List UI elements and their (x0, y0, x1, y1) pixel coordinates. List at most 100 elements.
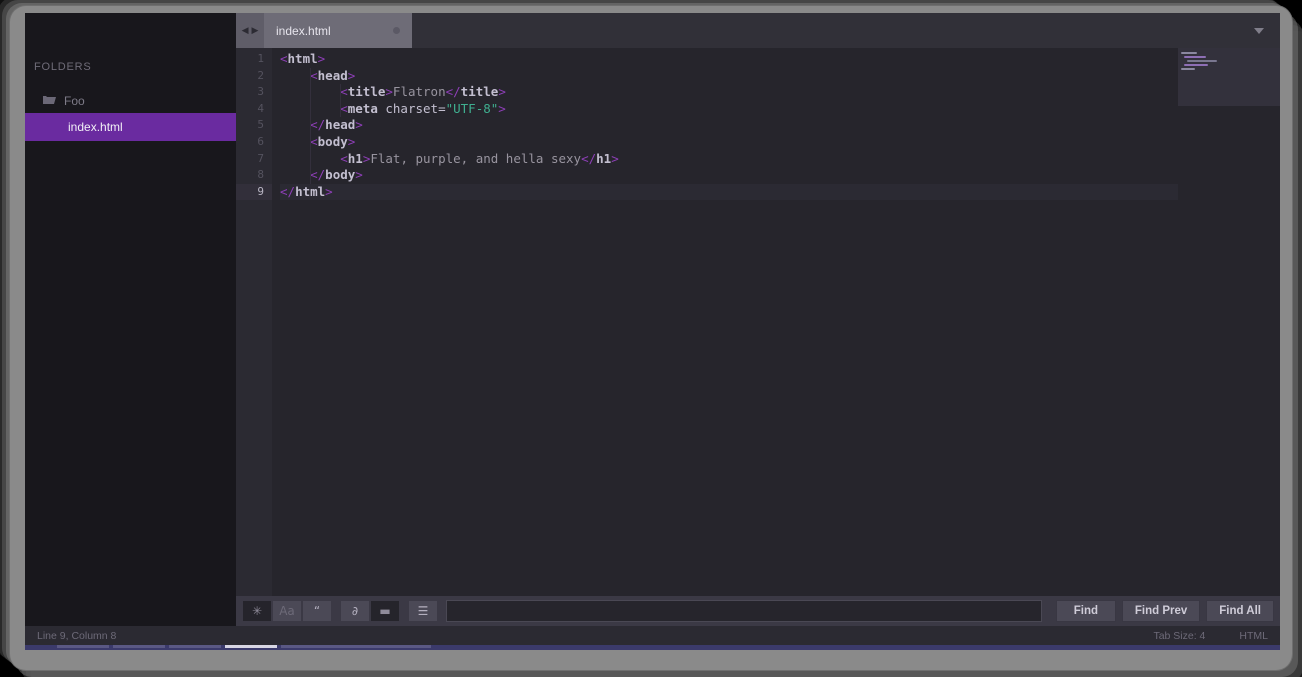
code-token-tag: body (325, 167, 356, 183)
code-token-tag: meta (347, 100, 378, 116)
line-number: 6 (257, 134, 264, 148)
code-token-pun: </ (445, 84, 461, 100)
code-token-pun: > (317, 51, 326, 66)
desktop: FOLDERS Foo index.html ◀ ▶ index.html 1 … (0, 0, 1302, 677)
code-token-pun: > (498, 100, 506, 116)
code-token-pun: > (385, 84, 393, 100)
window-body: FOLDERS Foo index.html ◀ ▶ index.html 1 … (25, 13, 1280, 626)
minimap-line (1184, 56, 1206, 58)
sidebar-file-label: index.html (68, 120, 123, 134)
line-number: 4 (257, 101, 264, 115)
find-bar: ✳ Aa “ ∂ ▬ ☰ Find Find Prev Find All (236, 596, 1280, 626)
find-toggle-group-3: ☰ (408, 600, 438, 622)
find-input[interactable] (446, 600, 1042, 622)
find-button-group: Find Find Prev Find All (1050, 600, 1274, 622)
tab-scroll-arrows[interactable]: ◀ ▶ (236, 13, 264, 48)
minimap[interactable] (1178, 48, 1280, 596)
sidebar-folder-label: Foo (64, 94, 85, 108)
dock-item[interactable] (169, 645, 221, 648)
code-token-pun: </ (310, 167, 326, 183)
editor-column: ◀ ▶ index.html 123456789 <html> <head> <… (236, 13, 1280, 626)
code-token-tag: head (325, 117, 356, 133)
language-label[interactable]: HTML (1239, 630, 1268, 642)
minimap-line (1187, 60, 1217, 62)
chevron-down-icon (1254, 27, 1264, 34)
sidebar-heading: FOLDERS (34, 61, 92, 73)
code-token-pun: > (611, 150, 619, 166)
find-button[interactable]: Find (1055, 600, 1116, 622)
code-token-pun: > (498, 84, 506, 100)
code-line: </html> (280, 183, 1280, 201)
code-token-pun: </ (280, 183, 296, 199)
dock-item[interactable] (225, 645, 277, 648)
code-area[interactable]: 123456789 <html> <head> <title>Flatron</… (236, 48, 1280, 596)
tab-bar: ◀ ▶ index.html (236, 13, 1280, 48)
code-line: </body> (280, 167, 1280, 184)
minimap-line (1181, 52, 1197, 54)
sidebar-item-index-html[interactable]: index.html (25, 113, 236, 141)
code-line: <head> (280, 68, 1280, 85)
tab-prev-arrow-icon[interactable]: ◀ (242, 25, 249, 36)
code-line: <h1>Flat, purple, and hella sexy</h1> (280, 151, 1280, 168)
case-sensitive-toggle[interactable]: Aa (272, 600, 302, 622)
dock-strip (25, 645, 1280, 650)
sidebar-folder-foo[interactable]: Foo (25, 89, 236, 113)
code-token-pun: < (280, 51, 288, 66)
code-content[interactable]: <html> <head> <title>Flatron</title> <me… (272, 48, 1280, 596)
code-token-tag: title (347, 84, 386, 100)
minimap-viewport[interactable] (1178, 48, 1280, 106)
code-token-tag: h1 (347, 150, 363, 166)
dock-item[interactable] (57, 645, 109, 648)
line-number: 3 (257, 85, 264, 99)
sublime-text-window: FOLDERS Foo index.html ◀ ▶ index.html 1 … (25, 13, 1280, 650)
code-token-attr: charset= (377, 100, 446, 116)
line-number: 7 (257, 151, 264, 165)
tab-label: index.html (276, 23, 331, 38)
code-token-pun: > (347, 133, 356, 149)
line-number-gutter: 1 2 3 4 5 6 7 89 (236, 48, 272, 596)
whole-word-toggle[interactable]: “ (302, 600, 332, 622)
tab-dirty-dot-icon[interactable] (393, 27, 400, 34)
code-token-tag: title (460, 84, 499, 100)
tab-index-html[interactable]: index.html (264, 13, 412, 48)
code-token-pun: < (310, 133, 318, 149)
minimap-line (1184, 64, 1208, 66)
line-number: 9 (236, 183, 272, 201)
find-toggle-group-2: ∂ ▬ (340, 600, 400, 622)
code-token-pun: > (355, 167, 363, 183)
code-token-pun: < (340, 100, 348, 116)
minimap-line (1181, 68, 1195, 70)
code-token-tag: html (287, 51, 318, 66)
tab-size-label[interactable]: Tab Size: 4 (1153, 630, 1205, 642)
regex-toggle[interactable]: ✳ (242, 600, 272, 622)
tab-overflow-menu-button[interactable] (1248, 13, 1270, 48)
code-line: <body> (280, 134, 1280, 151)
highlight-toggle[interactable]: ☰ (408, 600, 438, 622)
code-token-pun: > (347, 67, 356, 83)
line-number: 8 (257, 168, 264, 182)
code-token-pun: < (340, 84, 348, 100)
code-token-pun: < (340, 150, 348, 166)
code-line: <title>Flatron</title> (280, 84, 1280, 101)
line-number: 5 (257, 118, 264, 132)
tab-next-arrow-icon[interactable]: ▶ (252, 25, 259, 36)
code-line: </head> (280, 117, 1280, 134)
find-toggle-group-1: ✳ Aa “ (242, 600, 332, 622)
dock-item[interactable] (281, 645, 431, 648)
dock-item[interactable] (113, 645, 165, 648)
code-token-pun: </ (581, 150, 597, 166)
find-prev-button[interactable]: Find Prev (1121, 600, 1201, 622)
indent-guide (310, 67, 312, 184)
find-all-button[interactable]: Find All (1206, 600, 1274, 622)
line-number: 2 (257, 68, 264, 82)
folder-icon (43, 94, 56, 108)
sidebar: FOLDERS Foo index.html (25, 13, 236, 626)
code-token-txt: Flatron (392, 84, 446, 100)
code-token-tag: head (317, 67, 348, 83)
code-line: <meta charset="UTF-8"> (280, 101, 1280, 118)
in-selection-toggle[interactable]: ▬ (370, 600, 400, 622)
code-token-pun: > (355, 117, 363, 133)
wrap-toggle[interactable]: ∂ (340, 600, 370, 622)
code-token-pun: < (310, 67, 318, 83)
code-token-tag: html (295, 183, 326, 199)
